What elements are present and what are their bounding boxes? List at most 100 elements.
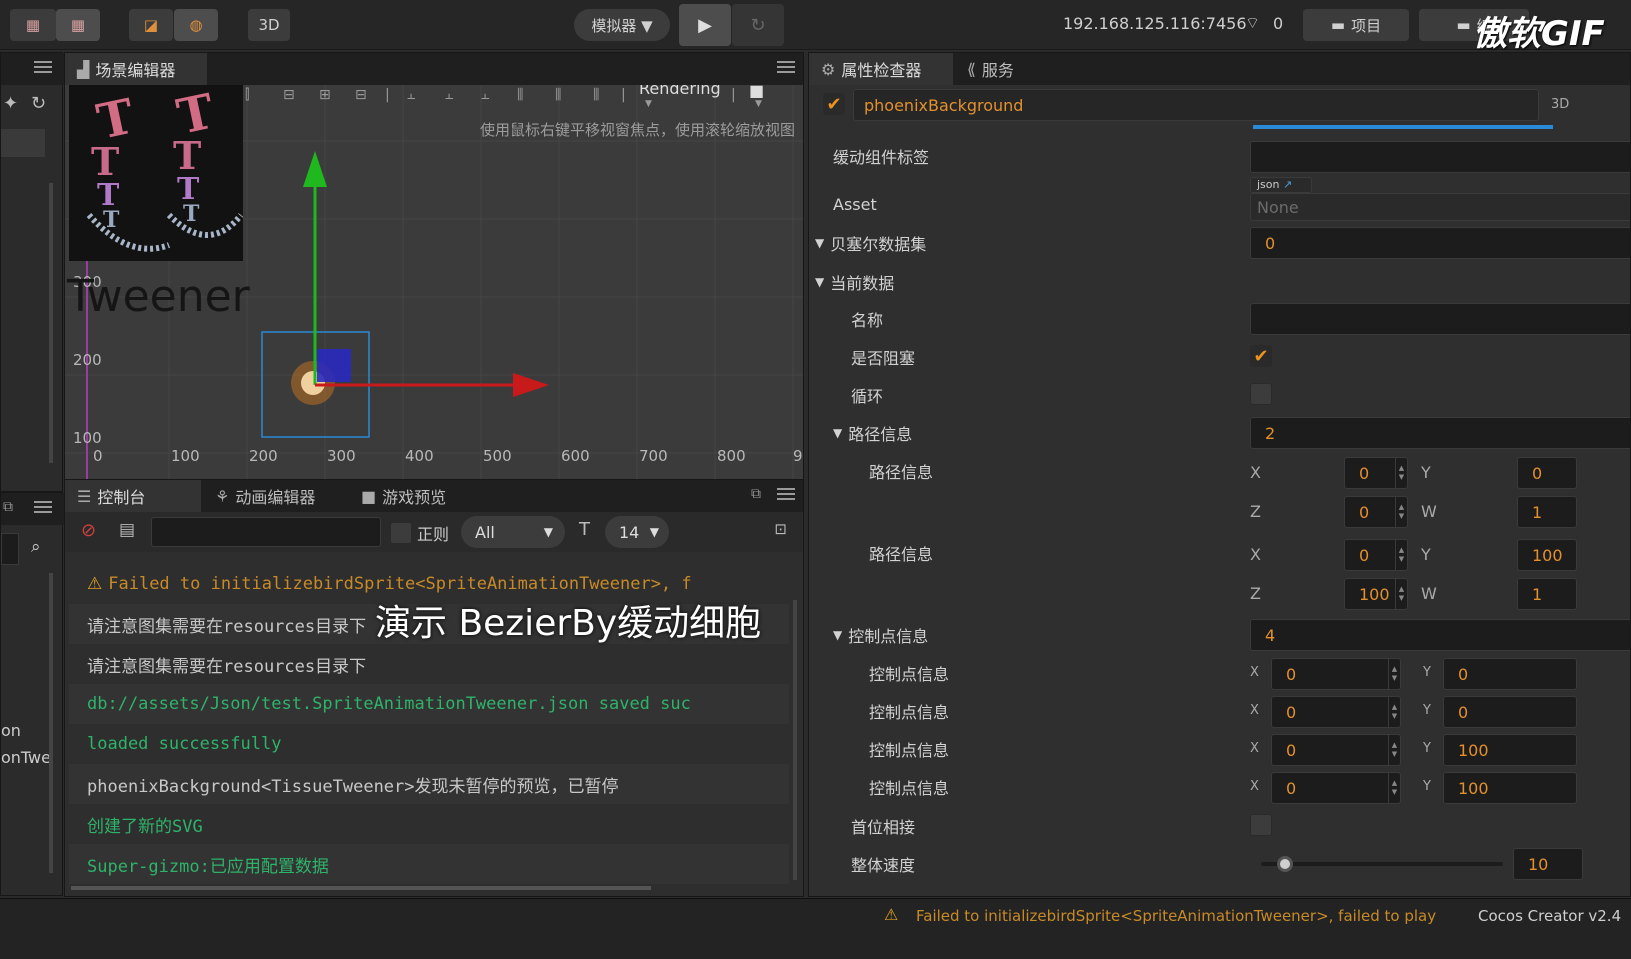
project-button[interactable]: ▬ 项目 bbox=[1303, 9, 1409, 41]
console-toolbar: ⊘ ▤ 正则 All ▼ T 14 ▼ ⊡ bbox=[65, 512, 803, 552]
control-1-x-input[interactable]: 0 ▲ ▼ bbox=[1271, 658, 1401, 690]
path-1-z-input[interactable]: 0 ▲ ▼ bbox=[1344, 496, 1408, 528]
warning-icon: ⚠ bbox=[884, 905, 899, 924]
scene-menu-icon[interactable] bbox=[777, 59, 795, 75]
log-row[interactable]: db://assets/Json/test.SpriteAnimationTwe… bbox=[69, 684, 789, 724]
stepper-icon[interactable]: ▲ ▼ bbox=[1395, 540, 1407, 570]
tab-animation-editor[interactable]: ⚘ 动画编辑器 bbox=[203, 480, 347, 512]
speed-slider-track[interactable] bbox=[1261, 856, 1503, 872]
refresh-button[interactable]: ↻ bbox=[732, 4, 784, 46]
control-2-y-input[interactable]: 0 bbox=[1443, 696, 1577, 728]
log-row[interactable]: 请注意图集需要在resources目录下 bbox=[69, 644, 789, 684]
search-icon[interactable]: ⌕ bbox=[31, 537, 41, 557]
stepper-icon[interactable]: ▲ ▼ bbox=[1388, 735, 1400, 765]
assets-menu-icon[interactable] bbox=[34, 499, 52, 515]
console-panel: ☰ 控制台 ⚘ 动画编辑器 ■ 游戏预览 ⧉ ⊘ ▤ 正则 All ▼ T 14… bbox=[64, 479, 804, 897]
stepper-icon[interactable]: ▲ ▼ bbox=[1395, 579, 1407, 609]
frame-icon: ◪ bbox=[143, 16, 159, 34]
blocking-checkbox[interactable]: ✔ bbox=[1250, 345, 1272, 367]
pin-icon[interactable]: ✦ bbox=[3, 93, 18, 114]
play-button[interactable]: ▶ bbox=[679, 4, 731, 46]
hierarchy-scrollbar[interactable] bbox=[49, 183, 53, 463]
tab-inspector[interactable]: ⚙ 属性检查器 bbox=[809, 53, 953, 85]
control-3-y-input[interactable]: 100 bbox=[1443, 734, 1577, 766]
tab-scene-editor[interactable]: ▟ 场景编辑器 bbox=[65, 53, 207, 85]
speed-input[interactable]: 10 bbox=[1513, 848, 1583, 880]
log-row[interactable]: phoenixBackground<TissueTweener>发现未暂停的预览… bbox=[69, 764, 789, 804]
move-gizmo[interactable] bbox=[65, 85, 803, 489]
bezier-dataset-input[interactable]: 0 bbox=[1250, 227, 1630, 259]
popout-icon[interactable]: ⧉ bbox=[3, 499, 13, 515]
path-2-z-input[interactable]: 100 ▲ ▼ bbox=[1344, 578, 1408, 610]
local-coord-button[interactable]: ◪ bbox=[129, 9, 173, 41]
path-info-label[interactable]: ▼ 路径信息 bbox=[833, 414, 912, 452]
stepper-icon[interactable]: ▲ ▼ bbox=[1395, 458, 1407, 488]
console-scrollbar[interactable] bbox=[793, 600, 797, 880]
tab-service[interactable]: ⟪ 服务 bbox=[955, 53, 1045, 85]
control-4-y-input[interactable]: 100 bbox=[1443, 772, 1577, 804]
path-2-x-input[interactable]: 0 ▲ ▼ bbox=[1344, 539, 1408, 571]
log-file-icon[interactable]: ▤ bbox=[119, 520, 135, 540]
mode-3d-label[interactable]: 3D bbox=[1551, 97, 1569, 112]
log-row[interactable]: Super-gizmo:已应用配置数据 bbox=[69, 844, 789, 884]
control-item-label: 控制点信息 bbox=[869, 665, 950, 684]
asset-item[interactable]: onTwe bbox=[1, 748, 51, 767]
stepper-icon[interactable]: ▲ ▼ bbox=[1388, 659, 1400, 689]
global-coord-button[interactable]: ◍ bbox=[174, 9, 218, 41]
control-1-y-input[interactable]: 0 bbox=[1443, 658, 1577, 690]
console-icon: ☰ bbox=[77, 486, 92, 506]
clear-icon[interactable]: ⊘ bbox=[81, 520, 96, 541]
status-error[interactable]: Failed to initializebirdSprite<SpriteAni… bbox=[916, 907, 1436, 925]
popout-icon[interactable]: ⧉ bbox=[751, 486, 761, 502]
asset-item[interactable]: on bbox=[1, 721, 21, 740]
tab-game-preview[interactable]: ■ 游戏预览 bbox=[349, 480, 489, 512]
asset-field[interactable]: None bbox=[1250, 193, 1630, 221]
collapse-icon[interactable]: ⊡ bbox=[774, 520, 787, 538]
tween-tag-input[interactable] bbox=[1250, 141, 1630, 173]
bezier-dataset-label[interactable]: ▼ 贝塞尔数据集 bbox=[815, 224, 926, 262]
control-4-x-input[interactable]: 0 ▲ ▼ bbox=[1271, 772, 1401, 804]
simulator-select[interactable]: 模拟器 ▼ bbox=[574, 9, 670, 41]
node-active-checkbox[interactable]: ✔ bbox=[823, 93, 845, 115]
head-tail-checkbox[interactable] bbox=[1250, 814, 1272, 836]
font-size-select[interactable]: 14 ▼ bbox=[605, 516, 669, 548]
regex-checkbox[interactable] bbox=[390, 522, 412, 544]
control-3-x-input[interactable]: 0 ▲ ▼ bbox=[1271, 734, 1401, 766]
toggle-3d-button[interactable]: 3D bbox=[248, 9, 290, 41]
node-name-input[interactable]: phoenixBackground bbox=[853, 89, 1539, 121]
hierarchy-menu-icon[interactable] bbox=[34, 59, 52, 75]
layout-2-button[interactable]: ▦ bbox=[56, 9, 100, 41]
log-row[interactable]: loaded successfully bbox=[69, 724, 789, 764]
hierarchy-selected-row[interactable] bbox=[1, 129, 45, 157]
path-1-y-input[interactable]: 0 bbox=[1517, 457, 1577, 489]
layout-icon-button[interactable]: ▦ bbox=[10, 9, 56, 41]
inspector-panel: ⚙ 属性检查器 ⟪ 服务 ✔ phoenixBackground 3D 缓动组件… bbox=[808, 52, 1631, 897]
stepper-icon[interactable]: ▲ ▼ bbox=[1388, 773, 1400, 803]
current-data-label[interactable]: ▼ 当前数据 bbox=[815, 263, 894, 301]
path-info-count-input[interactable]: 2 bbox=[1250, 417, 1630, 449]
console-search-input[interactable] bbox=[151, 517, 381, 547]
log-row[interactable]: 创建了新的SVG bbox=[69, 804, 789, 844]
control-2-x-input[interactable]: 0 ▲ ▼ bbox=[1271, 696, 1401, 728]
path-1-w-input[interactable]: 1 bbox=[1517, 496, 1577, 528]
path-1-x-input[interactable]: 0 ▲ ▼ bbox=[1344, 457, 1408, 489]
grid-icon: ▦ bbox=[25, 16, 41, 34]
control-info-label[interactable]: ▼ 控制点信息 bbox=[833, 616, 928, 654]
refresh-icon[interactable]: ↻ bbox=[31, 93, 46, 114]
assets-search-input[interactable] bbox=[1, 533, 19, 565]
console-menu-icon[interactable] bbox=[777, 486, 795, 502]
path-2-w-input[interactable]: 1 bbox=[1517, 578, 1577, 610]
axis-x-label: X bbox=[1250, 779, 1259, 794]
stepper-icon[interactable]: ▲ ▼ bbox=[1388, 697, 1400, 727]
speed-slider-knob[interactable] bbox=[1277, 856, 1294, 872]
name-input[interactable] bbox=[1250, 303, 1630, 335]
loop-checkbox[interactable] bbox=[1250, 383, 1272, 405]
console-hscrollbar[interactable] bbox=[71, 886, 651, 890]
path-2-y-input[interactable]: 100 bbox=[1517, 539, 1577, 571]
log-level-select[interactable]: All ▼ bbox=[461, 516, 565, 548]
tab-console[interactable]: ☰ 控制台 bbox=[65, 480, 201, 512]
control-count-input[interactable]: 4 bbox=[1250, 619, 1630, 651]
assets-scrollbar[interactable] bbox=[49, 573, 53, 873]
scene-viewport[interactable]: ⊕ ⊖ ⊙ ⫿ ⊟ ⊞ ⊟ | ⫠ ⫠ ⫠ ⫼ ⫼ ⫼ | Rendering … bbox=[65, 85, 803, 489]
stepper-icon[interactable]: ▲ ▼ bbox=[1395, 497, 1407, 527]
